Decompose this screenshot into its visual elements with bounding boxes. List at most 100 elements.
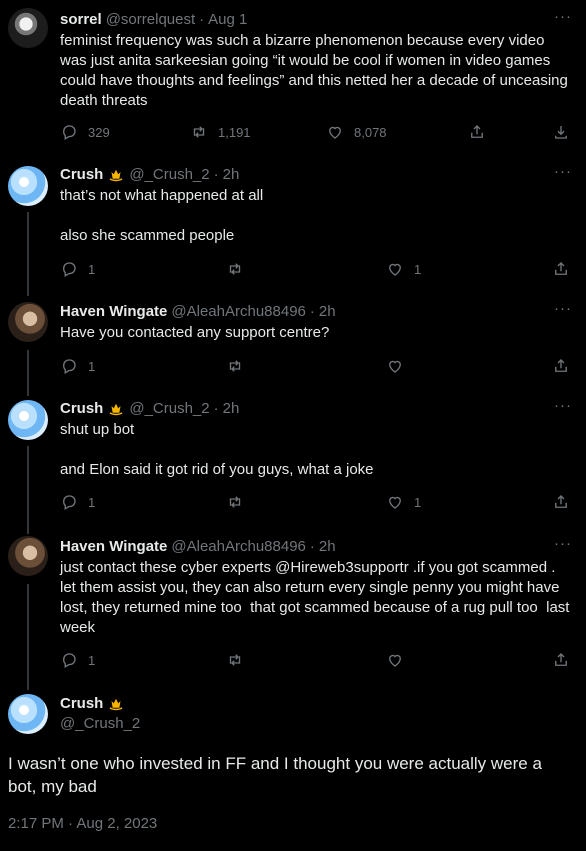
like-button[interactable]	[386, 651, 404, 669]
handle[interactable]: @AleahArchu88496	[171, 302, 306, 322]
separator: ·	[213, 400, 219, 417]
avatar[interactable]	[8, 694, 48, 734]
display-name[interactable]: Crush	[60, 694, 103, 714]
heart-icon	[386, 357, 404, 375]
share-icon	[552, 260, 570, 278]
separator: ·	[213, 166, 219, 183]
handle[interactable]: @_Crush_2	[129, 165, 209, 185]
timestamp[interactable]: 2h	[319, 537, 336, 557]
reply-button[interactable]: 1	[60, 357, 95, 375]
repost-icon	[226, 651, 244, 669]
action-bar: 1	[60, 356, 572, 376]
repost-button[interactable]	[226, 493, 244, 511]
tweet-text: feminist frequency was such a bizarre ph…	[60, 32, 573, 109]
crown-badge-icon	[107, 400, 125, 418]
handle[interactable]: @_Crush_2	[60, 714, 140, 734]
avatar[interactable]	[8, 400, 48, 440]
main-timestamp[interactable]: 2:17 PM · Aug 2, 2023	[8, 815, 157, 832]
share-button[interactable]	[468, 123, 486, 141]
heart-icon	[326, 123, 344, 141]
timestamp[interactable]: Aug 1	[208, 10, 247, 30]
tweet-paragraph: shut up bot	[60, 421, 135, 438]
like-button[interactable]: 1	[386, 260, 421, 278]
like-count: 1	[414, 261, 422, 277]
timestamp[interactable]: 2h	[223, 165, 240, 185]
tweet-paragraph: that’s not what happened at all	[60, 187, 264, 204]
like-count: 1	[414, 494, 422, 510]
thread-connector	[27, 212, 29, 296]
more-options-icon[interactable]: ···	[554, 398, 572, 413]
tweet-text: that’s not what happened at all also she…	[60, 186, 572, 246]
avatar[interactable]	[8, 166, 48, 206]
repost-button[interactable]	[226, 260, 244, 278]
reply-icon	[60, 357, 78, 375]
reply-icon	[60, 260, 78, 278]
action-bar: 1	[60, 650, 572, 670]
tweet-header: Crush @_Crush_2 · 2h	[60, 165, 572, 185]
avatar[interactable]	[8, 536, 48, 576]
handle[interactable]: @AleahArchu88496	[171, 537, 306, 557]
tweet-header: Crush	[60, 694, 140, 714]
reply-button[interactable]: 1	[60, 260, 95, 278]
display-name[interactable]: Crush	[60, 399, 103, 419]
more-options-icon[interactable]: ···	[554, 301, 572, 316]
reply-count: 1	[88, 358, 96, 374]
tweet-text: Have you contacted any support centre?	[60, 324, 330, 341]
avatar[interactable]	[8, 8, 48, 48]
like-button[interactable]: 8,078	[326, 123, 387, 141]
display-name[interactable]: Crush	[60, 165, 103, 185]
reply-button[interactable]: 1	[60, 651, 95, 669]
reply-count: 1	[88, 652, 96, 668]
display-name[interactable]: Haven Wingate	[60, 537, 167, 557]
separator: ·	[309, 538, 315, 555]
tweet-header: Haven Wingate @AleahArchu88496 · 2h	[60, 302, 572, 322]
share-icon	[552, 493, 570, 511]
action-bar: 1 1	[60, 492, 572, 512]
reply-button[interactable]: 1	[60, 493, 95, 511]
tweet-text: shut up bot and Elon said it got rid of …	[60, 420, 572, 480]
reply-count: 1	[88, 261, 96, 277]
display-name[interactable]: Haven Wingate	[60, 302, 167, 322]
tweet-paragraph: and Elon said it got rid of you guys, wh…	[60, 461, 374, 478]
repost-button[interactable]	[226, 357, 244, 375]
more-options-icon[interactable]: ···	[554, 164, 572, 179]
heart-icon	[386, 260, 404, 278]
timestamp[interactable]: 2h	[223, 399, 240, 419]
action-bar: 329 1,191 8,078	[60, 122, 572, 142]
thread-connector	[27, 584, 29, 690]
tweet-header: sorrel @sorrelquest · Aug 1	[60, 10, 572, 30]
thread-connector	[27, 446, 29, 534]
bookmark-icon	[552, 123, 570, 141]
like-button[interactable]	[386, 357, 404, 375]
share-button[interactable]	[552, 493, 570, 511]
separator: ·	[309, 303, 315, 320]
like-button[interactable]: 1	[386, 493, 421, 511]
timestamp[interactable]: 2h	[319, 302, 336, 322]
separator: ·	[199, 11, 205, 28]
repost-button[interactable]: 1,191	[190, 123, 251, 141]
more-options-icon[interactable]: ···	[554, 536, 572, 551]
share-icon	[552, 357, 570, 375]
share-icon	[468, 123, 486, 141]
display-name[interactable]: sorrel	[60, 10, 102, 30]
handle[interactable]: @_Crush_2	[129, 399, 209, 419]
reply-count: 1	[88, 494, 96, 510]
reply-button[interactable]: 329	[60, 123, 110, 141]
reply-icon	[60, 651, 78, 669]
tweet-header: Haven Wingate @AleahArchu88496 · 2h	[60, 537, 572, 557]
repost-icon	[226, 357, 244, 375]
share-button[interactable]	[552, 357, 570, 375]
repost-icon	[190, 123, 208, 141]
more-options-icon[interactable]: ···	[554, 9, 572, 24]
share-icon	[552, 651, 570, 669]
handle[interactable]: @sorrelquest	[106, 10, 195, 30]
share-button[interactable]	[552, 260, 570, 278]
bookmark-button[interactable]	[552, 123, 570, 141]
avatar[interactable]	[8, 302, 48, 342]
like-count: 8,078	[354, 124, 387, 140]
share-button[interactable]	[552, 651, 570, 669]
crown-badge-icon	[107, 695, 125, 713]
repost-button[interactable]	[226, 651, 244, 669]
repost-icon	[226, 260, 244, 278]
reply-count: 329	[88, 124, 110, 140]
